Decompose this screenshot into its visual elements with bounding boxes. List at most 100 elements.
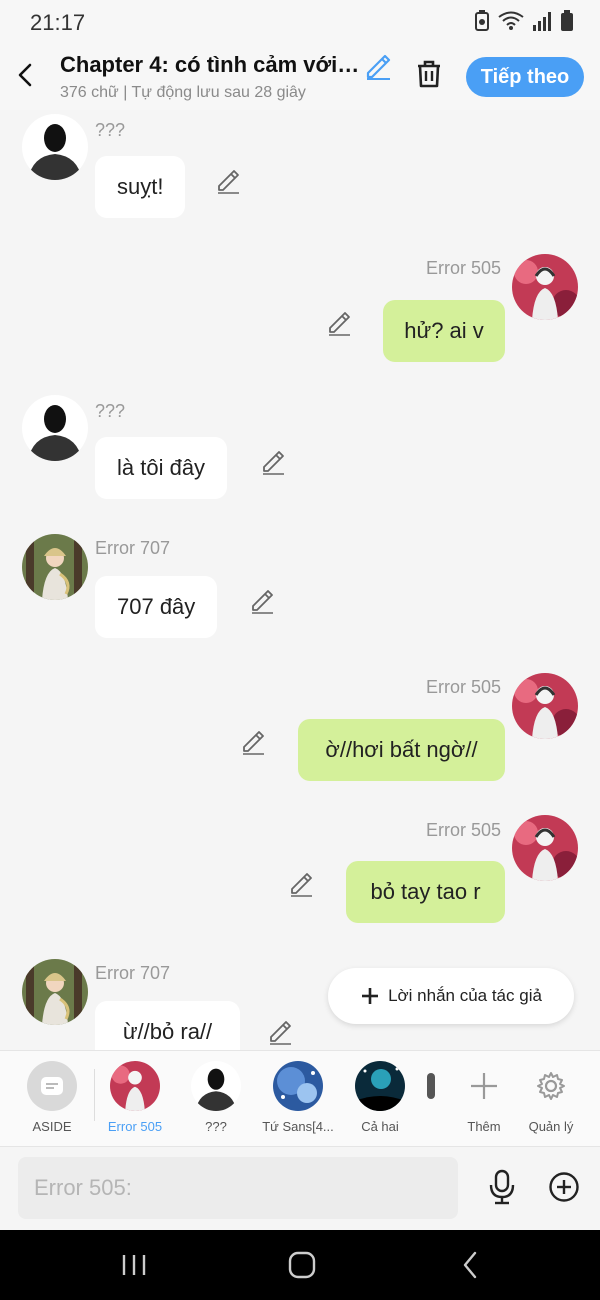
composer	[0, 1146, 600, 1230]
chapter-title: Chapter 4: có tình cảm với ...	[60, 52, 360, 77]
sender-name: Error 505	[426, 820, 502, 840]
character-avatar-icon	[22, 959, 88, 1025]
status-time: 21:17	[30, 10, 86, 35]
message-bubble[interactable]: bỏ tay tao r	[346, 861, 505, 923]
character-partial[interactable]	[420, 1061, 442, 1099]
character-avatar	[191, 1061, 241, 1111]
night-sky-avatar-icon	[355, 1061, 405, 1111]
word-count-autosave: 376 chữ | Tự động lưu sau 28 giây	[60, 84, 306, 101]
pencil-icon	[291, 873, 312, 897]
wifi-icon	[498, 11, 524, 30]
plus-icon	[471, 1073, 497, 1099]
chevron-left-icon	[18, 63, 32, 87]
sender-name: Error 707	[95, 538, 171, 558]
character-bar: ASIDE Error 505 ??? Tứ Sans[4... Cả hai …	[0, 1050, 600, 1146]
avatar-error-707[interactable]	[22, 534, 88, 600]
note-icon	[41, 1077, 63, 1095]
sender-name: ???	[95, 120, 126, 140]
silhouette-avatar-icon	[22, 395, 88, 461]
character-avatar	[355, 1061, 405, 1111]
recent-apps-icon	[122, 1255, 146, 1275]
manage-label: Quản lý	[528, 1119, 574, 1134]
sender-name: ???	[95, 401, 126, 421]
attach-button[interactable]	[548, 1171, 580, 1203]
edit-message-button[interactable]	[326, 310, 352, 336]
character-avatar-icon	[512, 673, 578, 739]
next-button[interactable]: Tiếp theo	[466, 57, 584, 97]
character-unknown[interactable]: ???	[174, 1061, 258, 1134]
edit-message-button[interactable]	[215, 168, 241, 194]
character-avatar	[273, 1061, 323, 1111]
character-label: ASIDE	[32, 1119, 72, 1134]
sender-name: Error 707	[95, 963, 171, 983]
character-label: Error 505	[107, 1119, 163, 1134]
character-aside[interactable]: ASIDE	[10, 1061, 94, 1134]
status-bar: 21:17	[0, 0, 600, 44]
recent-apps-button[interactable]	[114, 1248, 154, 1282]
plus-icon	[362, 988, 379, 1004]
character-tu-sans[interactable]: Tứ Sans[4...	[256, 1061, 340, 1134]
pencil-icon	[263, 451, 284, 475]
home-icon	[288, 1251, 316, 1279]
message-bubble[interactable]: hử? ai v	[383, 300, 505, 362]
edit-message-button[interactable]	[288, 871, 314, 897]
pencil-icon	[252, 590, 273, 614]
status-icons	[474, 10, 574, 32]
manage-icon-wrap	[509, 1061, 593, 1111]
pencil-icon	[270, 1021, 291, 1045]
message-bubble[interactable]: ờ//hơi bất ngờ//	[298, 719, 505, 781]
character-label: Tứ Sans[4...	[262, 1119, 334, 1134]
edit-message-button[interactable]	[240, 729, 266, 755]
sender-name: Error 505	[426, 677, 502, 697]
message-bubble[interactable]: là tôi đây	[95, 437, 228, 499]
battery-saver-icon	[475, 10, 489, 31]
galaxy-avatar-icon	[273, 1061, 323, 1111]
delete-button[interactable]	[414, 58, 446, 92]
plus-circle-icon	[549, 1172, 579, 1202]
pencil-icon	[329, 312, 350, 336]
character-avatar	[427, 1073, 435, 1099]
battery-icon	[561, 10, 573, 31]
editor-header: Chapter 4: có tình cảm với ... 376 chữ |…	[0, 44, 600, 110]
home-button[interactable]	[282, 1248, 322, 1282]
message-bubble[interactable]: 707 đây	[95, 576, 218, 638]
chevron-left-icon	[463, 1251, 477, 1279]
chat-area: ??? suỵt! Error 505 hử? ai v ??? là tôi …	[0, 110, 600, 1050]
pencil-icon	[243, 731, 264, 755]
system-back-button[interactable]	[450, 1248, 490, 1282]
avatar-error-505[interactable]	[512, 254, 578, 320]
character-avatar-icon	[110, 1061, 160, 1111]
message-bubble[interactable]: ừ//bỏ ra//	[95, 1001, 240, 1050]
system-nav-bar	[0, 1230, 600, 1300]
avatar-error-505[interactable]	[512, 815, 578, 881]
avatar-error-505[interactable]	[512, 673, 578, 739]
edit-title-button[interactable]	[364, 52, 392, 80]
message-bubble[interactable]: suỵt!	[95, 156, 186, 218]
character-label: ???	[205, 1119, 227, 1134]
edit-message-button[interactable]	[267, 1019, 293, 1045]
back-button[interactable]	[10, 58, 40, 92]
character-avatar-icon	[22, 534, 88, 600]
manage-button[interactable]: Quản lý	[509, 1061, 593, 1134]
sender-name: Error 505	[426, 258, 502, 278]
edit-message-button[interactable]	[260, 449, 286, 475]
silhouette-avatar-icon	[191, 1061, 241, 1111]
author-note-button[interactable]: Lời nhắn của tác giả	[328, 968, 574, 1024]
signal-icon	[533, 12, 551, 31]
microphone-icon	[489, 1169, 515, 1205]
trash-icon	[418, 60, 440, 88]
avatar-unknown[interactable]	[22, 395, 88, 461]
silhouette-avatar-icon	[22, 114, 88, 180]
character-avatar-icon	[512, 815, 578, 881]
avatar-unknown[interactable]	[22, 114, 88, 180]
character-label: Cả hai	[361, 1119, 399, 1134]
message-input[interactable]	[18, 1157, 458, 1219]
aside-avatar	[27, 1061, 77, 1111]
voice-input-button[interactable]	[486, 1169, 518, 1205]
character-error-505[interactable]: Error 505	[93, 1061, 177, 1134]
character-ca-hai[interactable]: Cả hai	[338, 1061, 422, 1134]
edit-message-button[interactable]	[249, 588, 275, 614]
avatar-error-707[interactable]	[22, 959, 88, 1025]
pencil-icon	[218, 170, 239, 194]
character-avatar	[110, 1061, 160, 1111]
